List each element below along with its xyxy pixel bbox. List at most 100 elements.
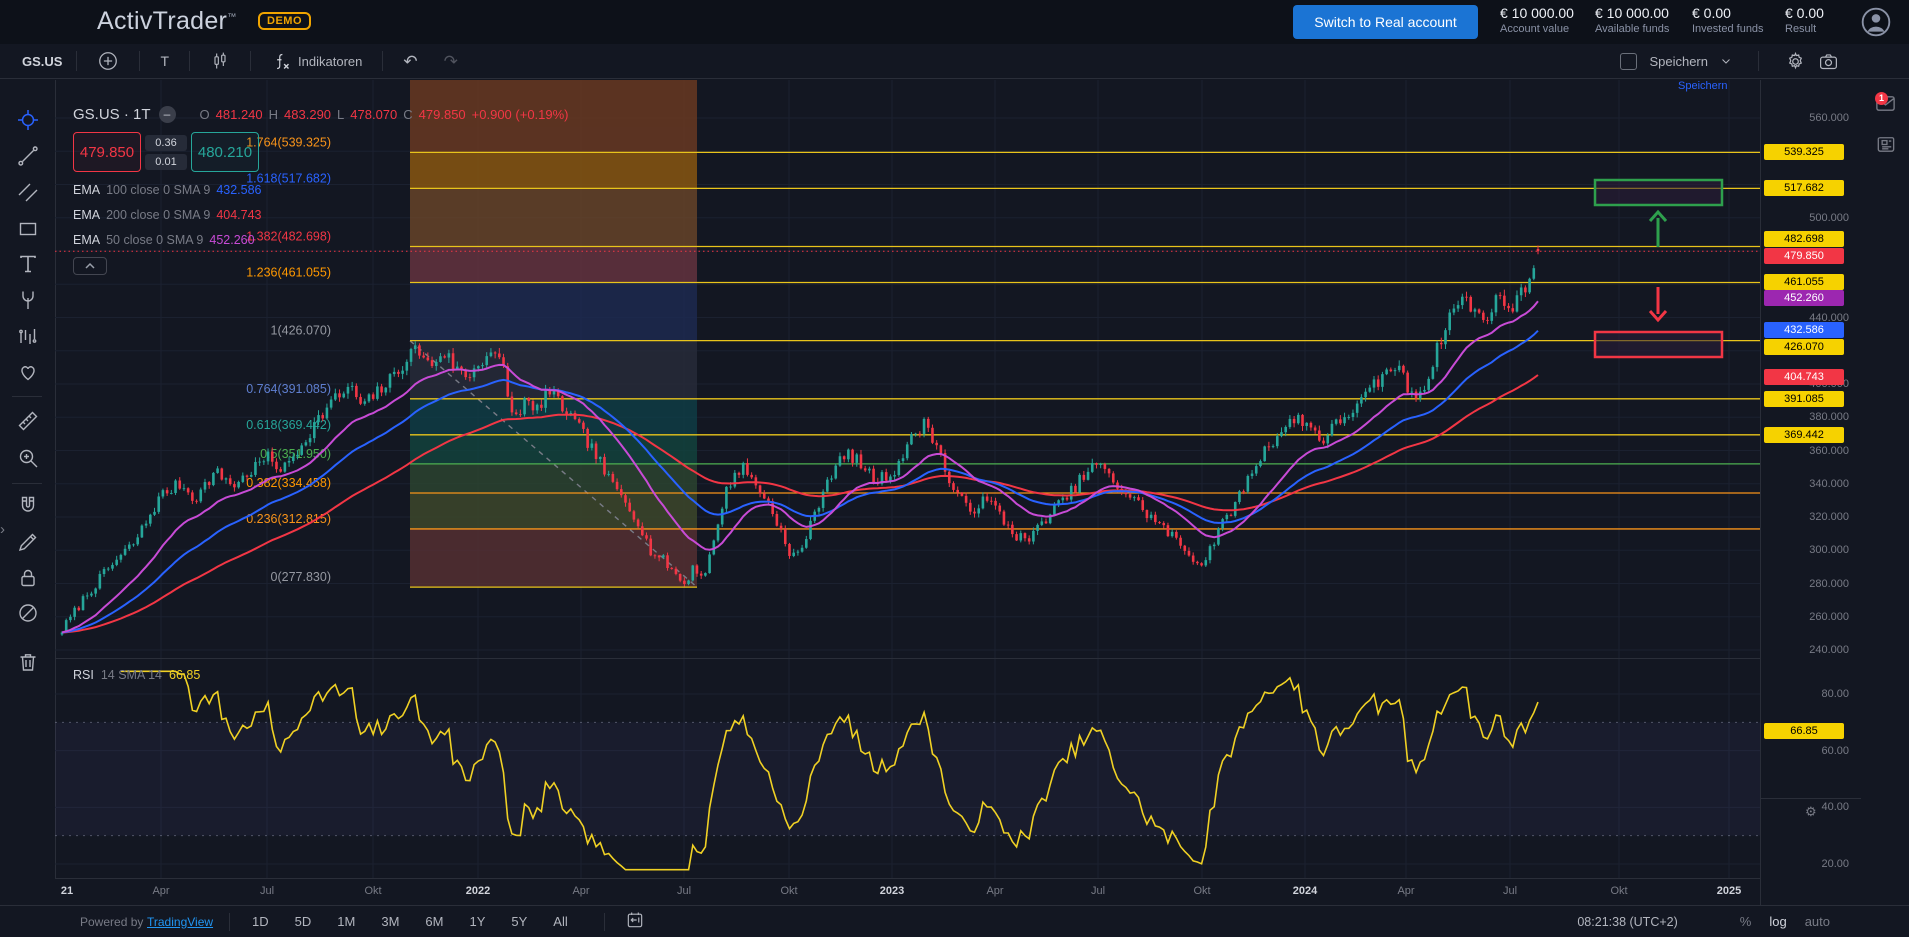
trademark: ™ — [227, 12, 236, 22]
tool-draw[interactable] — [16, 530, 40, 554]
range-1y-button[interactable]: 1Y — [463, 913, 491, 930]
sell-button[interactable]: 479.850 — [73, 132, 141, 172]
auto-scale-button[interactable]: auto — [1805, 914, 1830, 929]
chart-toolbar: GS.US T Indikatoren ↶ ↷ Speichern — [0, 44, 1909, 79]
price-axis-badge: 482.698 — [1764, 231, 1844, 247]
app-logo: ActivTrader™ — [97, 7, 237, 36]
chart-area[interactable]: 1.764(539.325)1.618(517.682)1.382(482.69… — [55, 80, 1760, 905]
chart-style-button[interactable] — [204, 50, 236, 72]
save-button[interactable]: Speichern — [1649, 54, 1708, 69]
news-icon[interactable] — [1874, 132, 1897, 160]
time-axis-label: Jul — [1091, 885, 1105, 897]
activtrader-app: ActivTrader™ DEMO Switch to Real account… — [0, 0, 1909, 937]
range-6m-button[interactable]: 6M — [419, 913, 449, 930]
tool-remove-drawings-trash[interactable] — [16, 650, 40, 674]
chevron-down-icon[interactable] — [1720, 55, 1732, 67]
redo-button[interactable]: ↷ — [438, 52, 464, 71]
range-all-button[interactable]: All — [547, 913, 573, 930]
time-axis-label: Jul — [1503, 885, 1517, 897]
price-axis-badge: 66.85 — [1764, 723, 1844, 739]
symbol-button[interactable]: GS.US — [22, 54, 62, 69]
svg-text:0(277.830): 0(277.830) — [271, 570, 331, 584]
tool-trend-line[interactable] — [16, 144, 40, 168]
time-axis-label: 2023 — [880, 885, 904, 897]
time-axis-label: Apr — [152, 885, 169, 897]
ema200-legend-row[interactable]: EMA200 close 0 SMA 9 404.743 — [73, 208, 569, 222]
price-axis-badge: 517.682 — [1764, 180, 1844, 196]
ema50-legend-row[interactable]: EMA50 close 0 SMA 9 452.260 — [73, 233, 569, 247]
interval-button[interactable]: T — [154, 52, 175, 70]
pane-divider[interactable] — [55, 658, 1760, 659]
time-axis[interactable]: 21AprJulOkt2022AprJulOkt2023AprJulOkt202… — [55, 878, 1760, 905]
tool-crosshair[interactable] — [16, 108, 40, 132]
go-to-date-icon[interactable] — [625, 910, 645, 933]
toolbar-separator — [189, 51, 190, 71]
tradingview-link[interactable]: TradingView — [147, 915, 213, 929]
tool-zoom-in[interactable] — [16, 446, 40, 470]
switch-to-real-account-button[interactable]: Switch to Real account — [1293, 5, 1478, 39]
result-stat: € 0.00 Result — [1785, 5, 1824, 36]
camera-icon[interactable] — [1818, 51, 1839, 72]
undo-button[interactable]: ↶ — [397, 52, 423, 71]
price-axis-badge: 369.442 — [1764, 427, 1844, 443]
range-1d-button[interactable]: 1D — [246, 913, 275, 930]
tool-favorites-heart[interactable] — [16, 360, 40, 384]
tool-text[interactable] — [16, 252, 40, 276]
spread-display: 0.36 0.01 — [145, 132, 187, 172]
indicators-button[interactable]: Indikatoren — [265, 50, 368, 73]
bottombar-separator — [604, 913, 605, 931]
toolbar-group-separator — [12, 483, 42, 484]
tool-parallel-channel[interactable] — [16, 180, 40, 204]
axis-corner-divider — [1761, 798, 1861, 799]
user-avatar-icon[interactable] — [1860, 6, 1892, 38]
compare-add-symbol-button[interactable] — [91, 49, 125, 73]
candles-icon — [210, 51, 230, 71]
available-funds: € 10 000.00 — [1595, 5, 1669, 23]
time-axis-label: Jul — [677, 885, 691, 897]
ema200-value: 404.743 — [216, 208, 261, 222]
price-change: +0.900 (+0.19%) — [472, 107, 569, 122]
legend-collapse-button[interactable] — [73, 257, 107, 275]
tool-pitchfork[interactable] — [16, 288, 40, 312]
price-axis-label: 20.00 — [1821, 858, 1849, 870]
account-value: € 10 000.00 — [1500, 5, 1574, 23]
range-1m-button[interactable]: 1M — [331, 913, 361, 930]
price-axis-label: 300.000 — [1809, 544, 1849, 556]
t ool-magnet[interactable] — [16, 494, 40, 518]
tool-measure[interactable] — [16, 409, 40, 433]
time-axis-label: 2025 — [1717, 885, 1741, 897]
time-axis-label: Apr — [1397, 885, 1414, 897]
time-axis-label: Okt — [1610, 885, 1627, 897]
time-axis-label: Jul — [260, 885, 274, 897]
log-scale-button[interactable]: log — [1769, 914, 1786, 929]
time-axis-label: Okt — [364, 885, 381, 897]
range-5y-button[interactable]: 5Y — [505, 913, 533, 930]
legend-symbol-interval[interactable]: GS.US · 1T — [73, 106, 151, 123]
legend-collapse-circle-icon[interactable]: – — [159, 106, 176, 123]
range-3m-button[interactable]: 3M — [375, 913, 405, 930]
available-funds-label: Available funds — [1595, 23, 1669, 37]
price-axis-badge: 404.743 — [1764, 369, 1844, 385]
price-axis-label: 80.00 — [1821, 688, 1849, 700]
time-axis-label: 21 — [61, 885, 73, 897]
tool-bar-pattern[interactable] — [16, 325, 40, 349]
price-axis-badge: 426.070 — [1764, 339, 1844, 355]
rsi-legend[interactable]: RSI 14 SMA 14 66.85 — [73, 668, 200, 682]
panel-expand-chevron-icon[interactable]: › — [0, 521, 5, 538]
price-axis-badge: 432.586 — [1764, 322, 1844, 338]
tool-lock[interactable] — [16, 566, 40, 590]
price-axis-badge: 391.085 — [1764, 391, 1844, 407]
clock[interactable]: 08:21:38 (UTC+2) — [1577, 915, 1677, 929]
price-axis[interactable]: ⚙ 560.000500.000440.000400.000380.000360… — [1760, 80, 1861, 905]
toolbar-separator — [76, 51, 77, 71]
price-axis-label: 340.000 — [1809, 478, 1849, 490]
gear-icon[interactable] — [1785, 51, 1806, 72]
save-checkbox[interactable] — [1620, 53, 1637, 70]
tool-rectangle[interactable] — [16, 217, 40, 241]
buy-button[interactable]: 480.210 — [191, 132, 259, 172]
tool-hide-all[interactable] — [16, 601, 40, 625]
percent-scale-button[interactable]: % — [1740, 914, 1752, 929]
ema100-legend-row[interactable]: EMA100 close 0 SMA 9 432.586 — [73, 183, 569, 197]
axis-settings-gear-icon[interactable]: ⚙ — [1805, 804, 1817, 820]
range-5d-button[interactable]: 5D — [289, 913, 318, 930]
